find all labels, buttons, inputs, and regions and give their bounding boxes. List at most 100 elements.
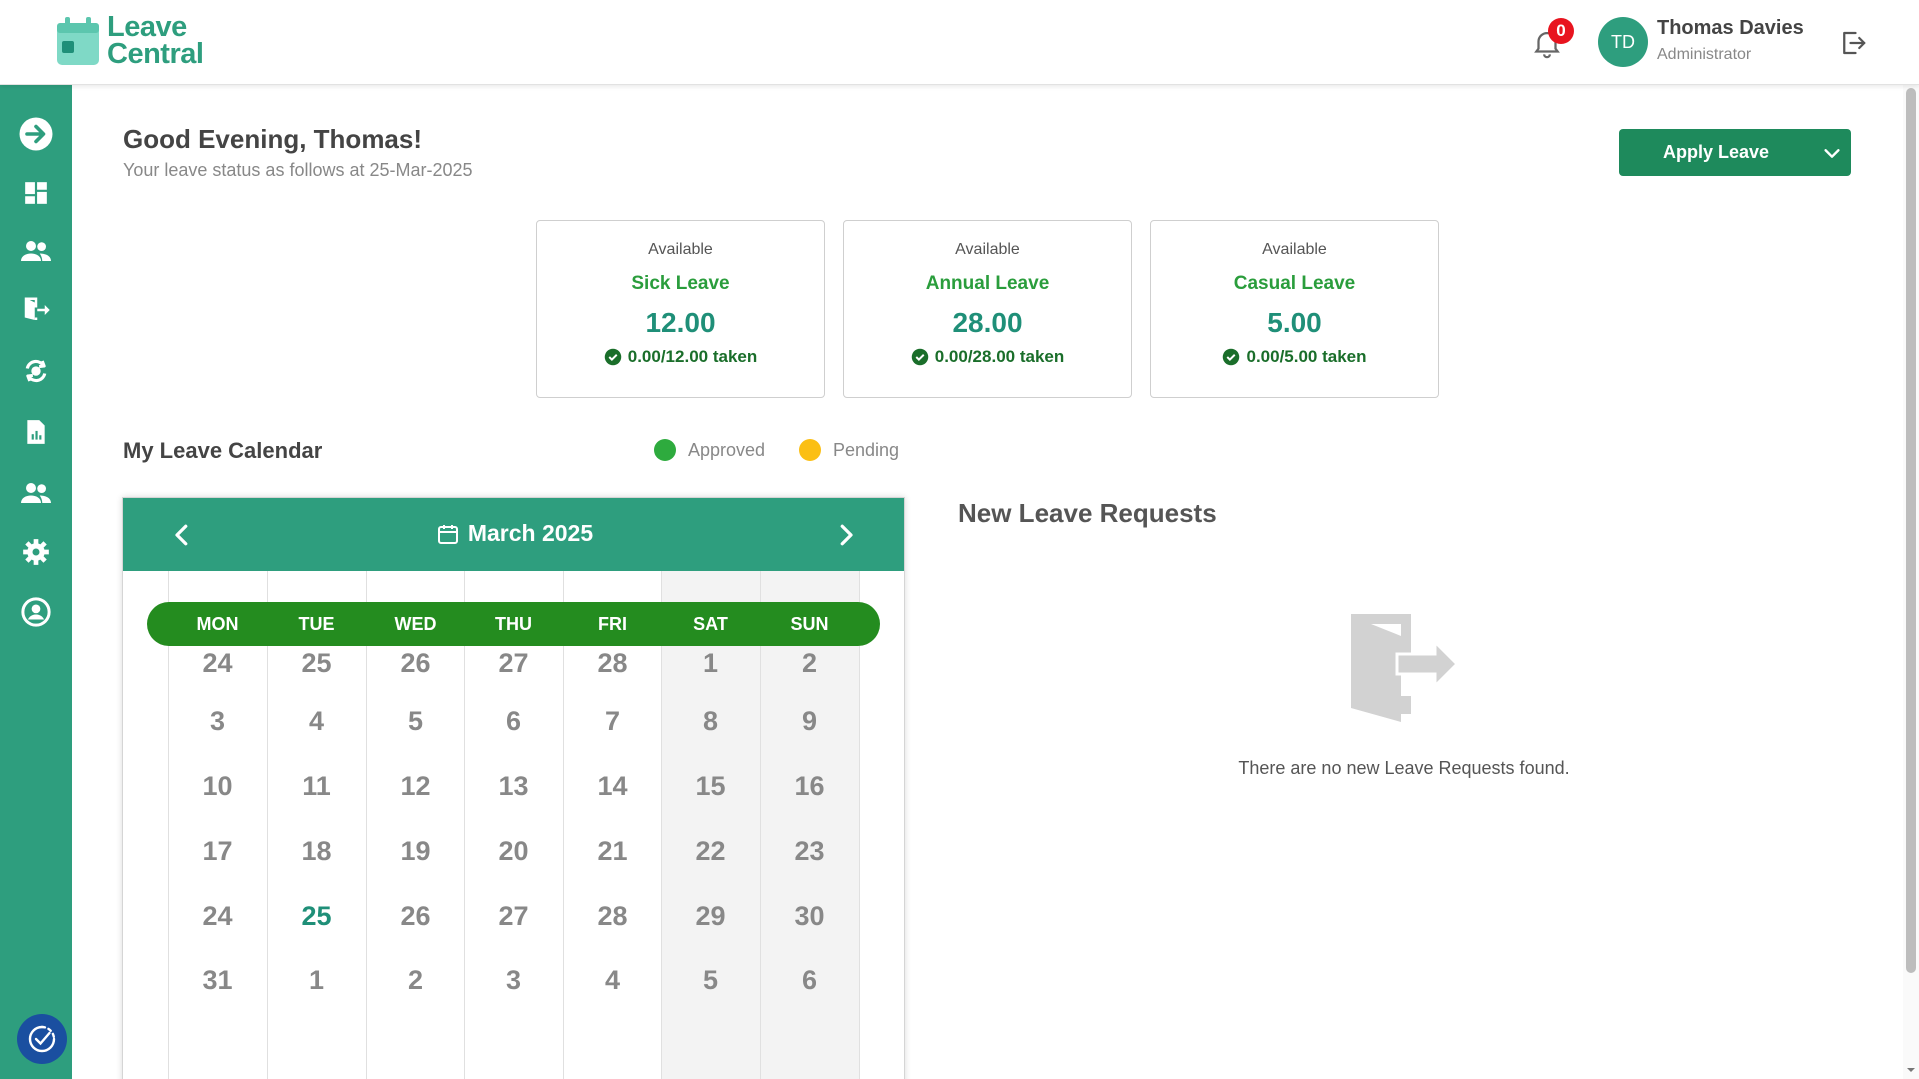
gear-icon[interactable] <box>18 534 54 570</box>
calendar-day[interactable]: 30 <box>760 901 859 932</box>
calendar-day[interactable]: 17 <box>168 836 267 867</box>
scrollbar-thumb[interactable] <box>1906 88 1916 973</box>
accessibility-icon[interactable] <box>17 1014 67 1064</box>
calendar-day[interactable]: 12 <box>366 771 465 802</box>
card-taken-text: 0.00/5.00 taken <box>1246 347 1367 366</box>
calendar-icon <box>437 524 458 544</box>
report-icon[interactable] <box>18 414 54 450</box>
calendar-day[interactable]: 5 <box>366 706 465 737</box>
card-leave-value: 5.00 <box>1267 307 1322 338</box>
card-available-label: Available <box>648 241 713 258</box>
apply-leave-label: Apply Leave <box>1662 142 1770 162</box>
dashboard-icon[interactable] <box>18 175 54 211</box>
calendar-day[interactable]: 20 <box>464 836 563 867</box>
app-logo[interactable]: Leave Central <box>55 11 204 69</box>
calendar-day[interactable]: 3 <box>464 965 563 996</box>
calendar-day[interactable]: 2 <box>366 965 465 996</box>
calendar-day[interactable]: 23 <box>760 836 859 867</box>
calendar-grid-line <box>859 571 860 1079</box>
logout-icon[interactable] <box>1838 28 1868 58</box>
card-taken: 0.00/28.00 taken <box>844 347 1131 367</box>
calendar-day[interactable]: 19 <box>366 836 465 867</box>
calendar-day[interactable]: 4 <box>563 965 662 996</box>
calendar-day[interactable]: 16 <box>760 771 859 802</box>
casual-leave-card: Available Casual Leave 5.00 0.00/5.00 ta… <box>1150 220 1439 398</box>
leave-calendar-title: My Leave Calendar <box>123 438 323 463</box>
chevron-down-icon[interactable] <box>1813 142 1851 164</box>
weekday-wed: WED <box>394 614 437 634</box>
recycle-icon[interactable] <box>18 353 54 389</box>
account-circle-icon[interactable] <box>18 594 54 630</box>
calendar-day[interactable]: 31 <box>168 965 267 996</box>
calendar-day[interactable]: 13 <box>464 771 563 802</box>
users-icon[interactable] <box>18 233 54 269</box>
greeting-title: Good Evening, Thomas! <box>123 124 423 154</box>
weekday-fri: FRI <box>598 614 627 634</box>
weekday-sun: SUN <box>790 614 829 634</box>
pending-dot <box>799 439 821 461</box>
calendar-day[interactable]: 27 <box>464 901 563 932</box>
team-icon[interactable] <box>18 475 54 511</box>
leave-calendar: March 2025 MON TUE WED THU FRI SAT SUN 2… <box>122 497 905 1079</box>
calendar-day[interactable]: 25 <box>267 901 366 932</box>
card-taken-text: 0.00/12.00 taken <box>627 347 758 366</box>
calendar-day[interactable]: 24 <box>168 648 267 679</box>
arrow-right-circle-icon[interactable] <box>18 116 54 152</box>
calendar-day[interactable]: 1 <box>267 965 366 996</box>
logo-line1: Leave <box>107 11 187 43</box>
calendar-header: March 2025 <box>123 498 904 571</box>
top-header: Leave Central 0 TD Thomas Davies Adminis… <box>0 0 1919 85</box>
calendar-day[interactable]: 5 <box>661 965 760 996</box>
calendar-day[interactable]: 25 <box>267 648 366 679</box>
card-leave-type: Annual Leave <box>925 273 1050 294</box>
legend-pending: Pending <box>799 439 899 461</box>
card-available-label: Available <box>955 241 1020 258</box>
card-available-label: Available <box>1262 241 1327 258</box>
calendar-day[interactable]: 4 <box>267 706 366 737</box>
weekday-thu: THU <box>495 614 532 634</box>
user-name: Thomas Davies <box>1657 17 1804 39</box>
card-taken-text: 0.00/28.00 taken <box>934 347 1065 366</box>
calendar-day[interactable]: 14 <box>563 771 662 802</box>
card-taken: 0.00/12.00 taken <box>537 347 824 367</box>
calendar-day[interactable]: 6 <box>464 706 563 737</box>
avatar[interactable]: TD <box>1598 17 1648 67</box>
calendar-day[interactable]: 28 <box>563 901 662 932</box>
calendar-day[interactable]: 26 <box>366 901 465 932</box>
calendar-day[interactable]: 29 <box>661 901 760 932</box>
no-requests-text: There are no new Leave Requests found. <box>1238 758 1570 778</box>
chevron-right-icon[interactable] <box>831 520 861 550</box>
sidebar <box>0 85 72 1079</box>
check-circle-icon <box>1223 348 1240 366</box>
approved-dot <box>654 439 676 461</box>
scroll-down-icon[interactable] <box>1906 1062 1916 1072</box>
calendar-day[interactable]: 26 <box>366 648 465 679</box>
calendar-day[interactable]: 22 <box>661 836 760 867</box>
calendar-day[interactable]: 7 <box>563 706 662 737</box>
calendar-day[interactable]: 9 <box>760 706 859 737</box>
weekday-sat: SAT <box>693 614 728 634</box>
legend-approved: Approved <box>654 439 765 461</box>
calendar-day[interactable]: 27 <box>464 648 563 679</box>
calendar-day[interactable]: 11 <box>267 771 366 802</box>
calendar-day[interactable]: 15 <box>661 771 760 802</box>
calendar-day[interactable]: 10 <box>168 771 267 802</box>
calendar-day[interactable]: 24 <box>168 901 267 932</box>
legend-approved-label: Approved <box>688 439 766 460</box>
card-taken: 0.00/5.00 taken <box>1151 347 1438 367</box>
exit-door-icon[interactable] <box>18 292 54 328</box>
card-leave-value: 12.00 <box>645 307 716 338</box>
apply-leave-button[interactable]: Apply Leave <box>1619 129 1851 176</box>
calendar-day[interactable]: 8 <box>661 706 760 737</box>
card-leave-type: Sick Leave <box>631 273 730 294</box>
calendar-day[interactable]: 21 <box>563 836 662 867</box>
calendar-day[interactable]: 3 <box>168 706 267 737</box>
calendar-day[interactable]: 18 <box>267 836 366 867</box>
check-circle-icon <box>604 348 621 366</box>
weekday-mon: MON <box>196 614 239 634</box>
calendar-day[interactable]: 1 <box>661 648 760 679</box>
calendar-day[interactable]: 6 <box>760 965 859 996</box>
new-leave-requests-title: New Leave Requests <box>958 498 1217 528</box>
calendar-day[interactable]: 28 <box>563 648 662 679</box>
calendar-day[interactable]: 2 <box>760 648 859 679</box>
